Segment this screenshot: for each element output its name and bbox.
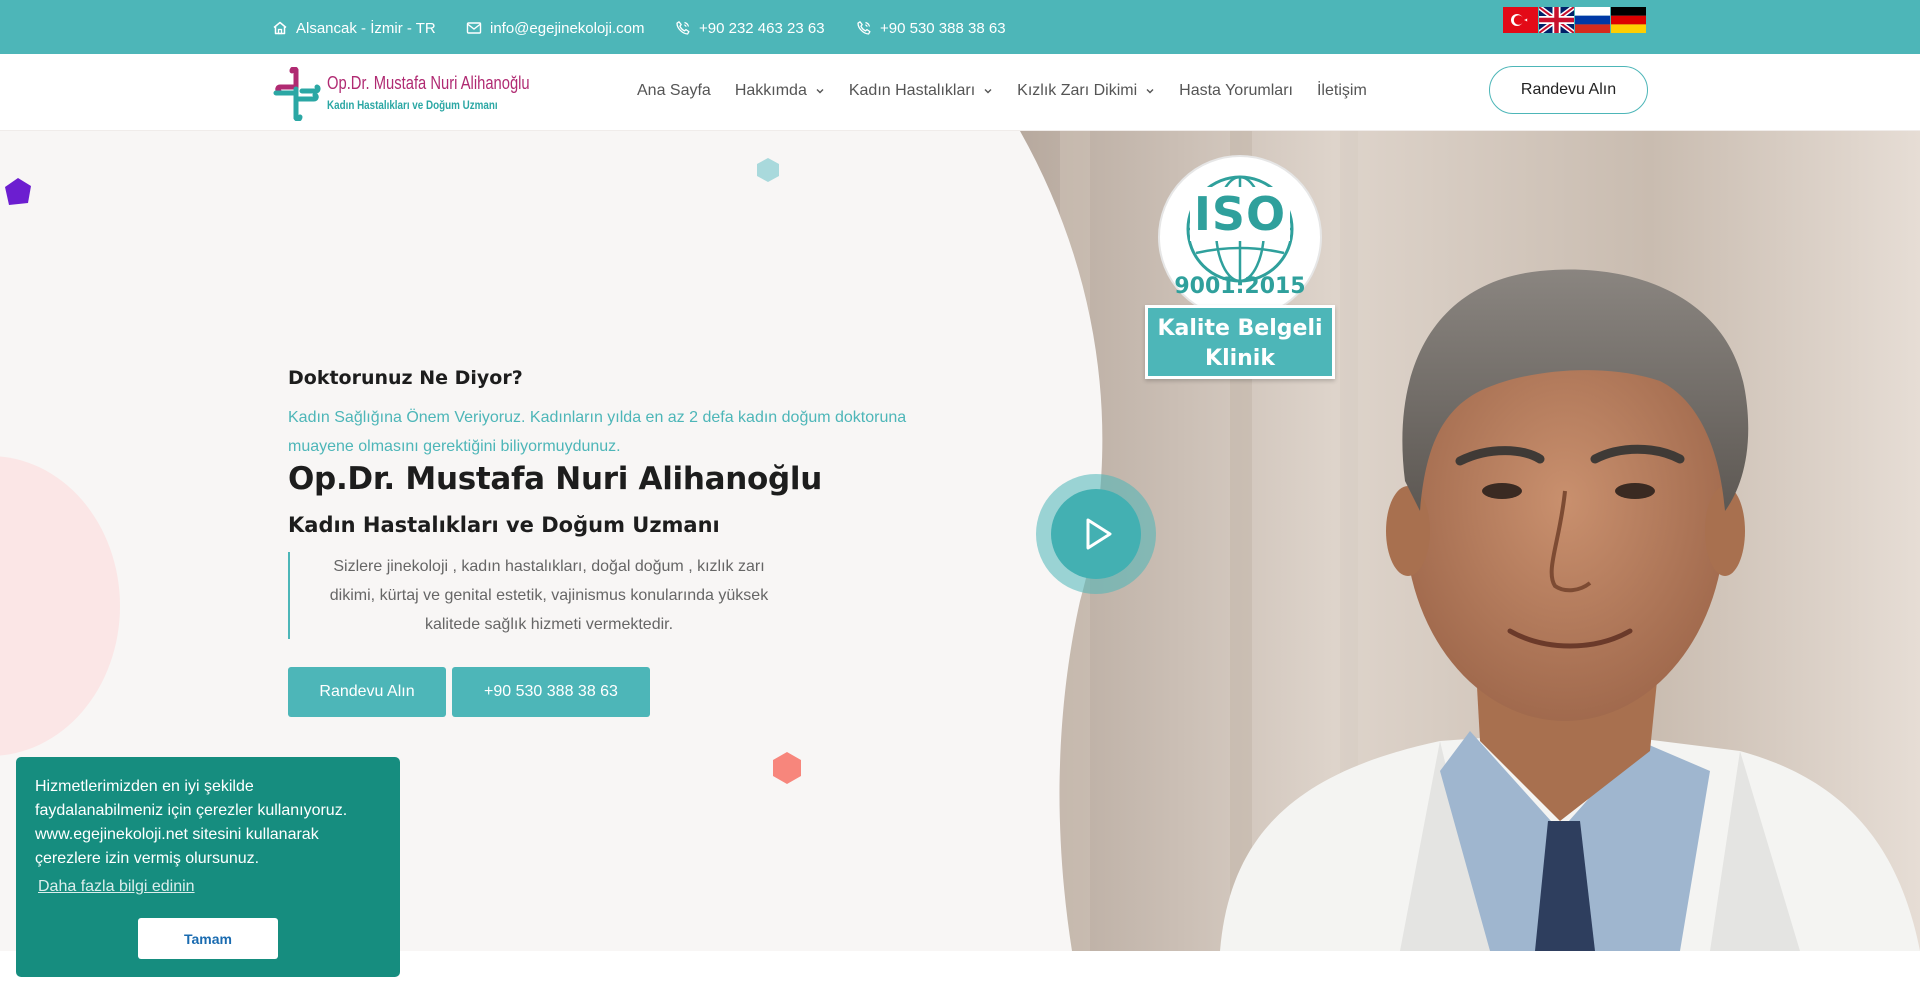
play-video-button[interactable] <box>1036 474 1156 594</box>
phone1-text: +90 232 463 23 63 <box>699 19 825 37</box>
nav-label: İletişim <box>1316 82 1367 99</box>
nav-item-hakkimda[interactable]: Hakkımda <box>735 82 825 100</box>
play-icon <box>1086 518 1112 550</box>
phone-icon <box>857 21 871 35</box>
iso-big-text: ISO <box>1189 187 1291 241</box>
nav-item-kadin-hastaliklari[interactable]: Kadın Hastalıkları <box>849 82 993 100</box>
russia-flag[interactable] <box>1575 7 1610 33</box>
iso-circle: ISO 9001:2015 <box>1158 155 1322 319</box>
address-item: Alsancak - İzmir - TR <box>272 18 436 38</box>
nav-item-iletisim[interactable]: İletişim <box>1317 82 1367 100</box>
logo-tagline: Kadın Hastalıkları ve Doğum Uzmanı <box>327 98 498 112</box>
nav-item-kizlik-zari-dikimi[interactable]: Kızlık Zarı Dikimi <box>1017 82 1155 100</box>
phone2-text: +90 530 388 38 63 <box>880 19 1006 37</box>
cookie-consent-banner: Hizmetlerimizden en iyi şekilde faydalan… <box>16 757 400 977</box>
nav-label: Hakkımda <box>734 82 807 99</box>
nav-label: Kızlık Zarı Dikimi <box>1017 82 1138 99</box>
hero-subtitle: Kadın Sağlığına Önem Veriyoruz. Kadınlar… <box>288 409 907 455</box>
phone1-link[interactable]: +90 232 463 23 63 <box>675 18 825 38</box>
iso-label: ISO <box>1160 187 1320 241</box>
address-text: Alsancak - İzmir - TR <box>296 19 436 37</box>
hero-specialty: Kadın Hastalıkları ve Doğum Uzmanı <box>288 513 720 537</box>
cross-logo-icon <box>273 67 321 121</box>
iso-caption-box: Kalite Belgeli Klinik <box>1145 305 1335 379</box>
hero-title: Op.Dr. Mustafa Nuri Alihanoğlu <box>288 461 822 497</box>
chevron-down-icon <box>816 89 824 94</box>
iso-caption-line1: Kalite Belgeli <box>1157 316 1323 341</box>
language-switcher <box>1503 7 1647 33</box>
chevron-down-icon <box>984 89 992 94</box>
cookie-learn-more-link[interactable]: Daha fazla bilgi edinin <box>38 875 195 899</box>
decor-hexagon <box>757 158 779 182</box>
nav-item-ana-sayfa[interactable]: Ana Sayfa <box>637 82 711 100</box>
nav-label: Ana Sayfa <box>637 82 711 99</box>
germany-flag[interactable] <box>1611 7 1646 33</box>
phone-icon <box>676 21 690 35</box>
email-link[interactable]: info@egejinekoloji.com <box>466 18 644 38</box>
iso-number: 9001:2015 <box>1174 274 1306 299</box>
chevron-down-icon <box>1146 89 1154 94</box>
turkey-flag[interactable] <box>1503 7 1538 33</box>
header-appointment-button[interactable]: Randevu Alın <box>1489 66 1648 114</box>
primary-nav: Ana Sayfa Hakkımda Kadın Hastalıkları Kı… <box>637 82 1391 100</box>
iso-caption-line2: Klinik <box>1205 346 1275 371</box>
nav-label: Hasta Yorumları <box>1179 82 1293 99</box>
play-button-inner <box>1051 489 1141 579</box>
hero-phone-button[interactable]: +90 530 388 38 63 <box>452 667 650 717</box>
hero-description: Sizlere jinekoloji , kadın hastalıkları,… <box>288 552 808 639</box>
mail-icon <box>466 22 482 34</box>
iso-quality-badge: ISO 9001:2015 Kalite Belgeli Klinik <box>1145 155 1335 379</box>
uk-flag[interactable] <box>1539 7 1574 33</box>
decor-blob <box>0 456 120 756</box>
main-navbar: Op.Dr. Mustafa Nuri Alihanoğlu Kadın Has… <box>0 54 1920 131</box>
decor-hexagon <box>773 752 801 784</box>
phone2-link[interactable]: +90 530 388 38 63 <box>856 18 1006 38</box>
site-logo[interactable]: Op.Dr. Mustafa Nuri Alihanoğlu Kadın Has… <box>272 67 530 121</box>
nav-item-hasta-yorumlari[interactable]: Hasta Yorumları <box>1179 82 1293 100</box>
cookie-accept-button[interactable]: Tamam <box>138 918 278 959</box>
home-icon <box>273 21 287 35</box>
top-info-bar: Alsancak - İzmir - TR info@egejinekoloji… <box>0 0 1920 54</box>
hero-eyebrow: Doktorunuz Ne Diyor? <box>288 367 523 389</box>
cookie-message: Hizmetlerimizden en iyi şekilde faydalan… <box>35 778 348 867</box>
decor-hexagon <box>5 178 31 205</box>
hero-appointment-button[interactable]: Randevu Alın <box>288 667 446 717</box>
logo-name: Op.Dr. Mustafa Nuri Alihanoğlu <box>327 73 530 93</box>
email-text: info@egejinekoloji.com <box>490 19 645 37</box>
nav-label: Kadın Hastalıkları <box>848 82 976 99</box>
